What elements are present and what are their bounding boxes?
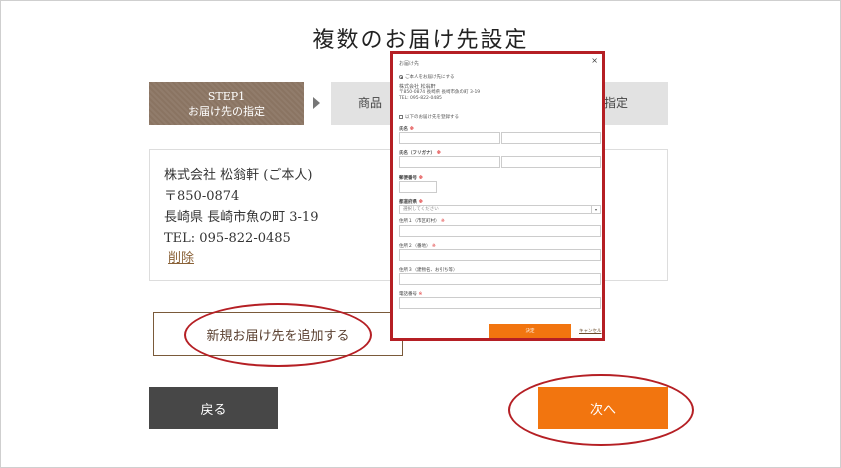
address1-label: 住所１（市区町村） ※ xyxy=(399,218,445,224)
last-name-kana-input[interactable] xyxy=(399,156,500,168)
step-1-label: お届け先の指定 xyxy=(188,104,265,118)
add-address-button[interactable]: 新規お届け先を追加する xyxy=(153,312,403,356)
close-icon[interactable]: × xyxy=(591,56,598,65)
back-button[interactable]: 戻る xyxy=(149,387,278,429)
delete-link[interactable]: 削除 xyxy=(168,247,194,266)
new-address-check-label: 以下のお届け先を登録する xyxy=(405,115,459,120)
modal-addr-tel: TEL: 095-822-0485 xyxy=(399,96,442,101)
radio-icon[interactable] xyxy=(399,75,403,79)
modal-submit-button[interactable]: 決定 xyxy=(489,324,571,338)
address-street: 長崎県 長崎市魚の町 3-19 xyxy=(164,210,319,225)
first-name-kana-input[interactable] xyxy=(501,156,601,168)
address3-input[interactable] xyxy=(399,273,601,285)
checkbox-icon[interactable] xyxy=(399,115,403,119)
step-1-number: STEP1 xyxy=(207,89,246,103)
modal-self-address: 株式会社 松翁軒 〒850-0874 長崎県 長崎市魚の町 3-19 TEL: … xyxy=(399,84,480,102)
modal-cancel-link[interactable]: キャンセル xyxy=(579,328,602,334)
address-modal: お届け先 × ご本人をお届け先にする 株式会社 松翁軒 〒850-0874 長崎… xyxy=(390,51,605,341)
phone-input[interactable] xyxy=(399,297,601,309)
chevron-down-icon[interactable]: ▾ xyxy=(591,206,600,213)
modal-title: お届け先 xyxy=(399,61,420,67)
address-tel: TEL: 095-822-0485 xyxy=(164,231,291,246)
postal-input[interactable] xyxy=(399,181,437,193)
prefecture-select[interactable]: 選択してください ▾ xyxy=(399,205,601,214)
address-details: 株式会社 松翁軒 (ご本人) 〒850-0874 長崎県 長崎市魚の町 3-19… xyxy=(164,165,318,249)
self-radio-label: ご本人をお届け先にする xyxy=(405,75,455,80)
address-postal: 〒850-0874 xyxy=(164,189,240,204)
step-1: STEP1 お届け先の指定 xyxy=(149,82,304,125)
last-name-input[interactable] xyxy=(399,132,500,144)
required-mark: ※ xyxy=(440,219,445,224)
page-title: 複数のお届け先設定 xyxy=(312,28,529,53)
prefecture-placeholder: 選択してください xyxy=(403,207,439,212)
step-3-label: 指定 xyxy=(604,96,629,110)
step-2-label: 商品 xyxy=(358,96,383,110)
next-button[interactable]: 次へ xyxy=(538,387,668,429)
new-address-check-row[interactable]: 以下のお届け先を登録する xyxy=(399,114,459,120)
self-radio-row[interactable]: ご本人をお届け先にする xyxy=(399,74,455,80)
address2-input[interactable] xyxy=(399,249,601,261)
address1-label-text: 住所１（市区町村） xyxy=(399,219,440,224)
address1-input[interactable] xyxy=(399,225,601,237)
step-arrow-icon xyxy=(313,97,320,109)
first-name-input[interactable] xyxy=(501,132,601,144)
address-name: 株式会社 松翁軒 (ご本人) xyxy=(164,168,313,183)
